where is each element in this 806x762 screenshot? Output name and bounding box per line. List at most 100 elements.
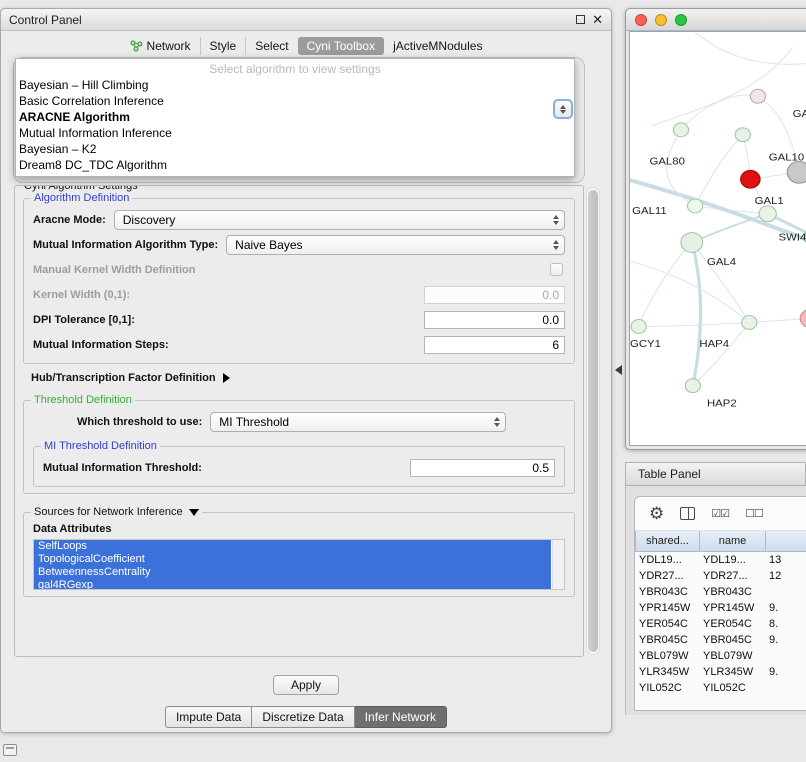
select-all-icon[interactable]: ☑☑ bbox=[711, 507, 729, 520]
node-label: GAL10 bbox=[769, 152, 804, 163]
table-row[interactable]: YPR145WYPR145W9. bbox=[635, 600, 806, 616]
tab-select[interactable]: Select bbox=[245, 37, 297, 55]
table-row[interactable]: YIL052CYIL052C bbox=[635, 680, 806, 692]
collapse-down-icon bbox=[189, 509, 199, 516]
network-node[interactable] bbox=[742, 316, 757, 330]
mi-steps-input[interactable] bbox=[424, 336, 565, 354]
network-edge bbox=[639, 242, 692, 326]
kernel-width-input[interactable] bbox=[424, 286, 565, 304]
table-cell: YBR045C bbox=[635, 632, 699, 648]
table-cell: 9. bbox=[765, 632, 806, 648]
attributes-scrollbar[interactable] bbox=[552, 540, 564, 589]
panel-splitter-collapse-icon[interactable] bbox=[615, 365, 622, 375]
attribute-list-item[interactable]: TopologicalCoefficient bbox=[34, 553, 551, 566]
aracne-mode-label: Aracne Mode: bbox=[33, 214, 106, 226]
attribute-list-item[interactable]: SelfLoops bbox=[34, 540, 551, 553]
attribute-list-item[interactable]: BetweennessCentrality bbox=[34, 566, 551, 579]
data-attributes-list[interactable]: SelfLoopsTopologicalCoefficientBetweenne… bbox=[33, 539, 565, 590]
mi-threshold-group: MI Threshold Definition Mutual Informati… bbox=[33, 440, 565, 487]
node-label: GCY1 bbox=[630, 339, 661, 350]
tab-style[interactable]: Style bbox=[200, 37, 246, 55]
control-panel-titlebar[interactable]: Control Panel ✕ bbox=[1, 9, 611, 31]
columns-icon[interactable] bbox=[680, 507, 695, 520]
combo-arrows-icon bbox=[553, 240, 559, 250]
algorithm-option[interactable]: Bayesian – Hill Climbing bbox=[16, 77, 574, 93]
table-panel-titlebar[interactable]: Table Panel bbox=[625, 462, 806, 486]
table-row[interactable]: YER054CYER054C8. bbox=[635, 616, 806, 632]
combo-arrows-icon bbox=[553, 215, 559, 225]
zoom-traffic-light-icon[interactable] bbox=[675, 14, 687, 26]
manual-kernel-checkbox[interactable] bbox=[550, 263, 563, 276]
collapsed-panel-icon[interactable] bbox=[3, 744, 17, 756]
hub-definition-toggle[interactable]: Hub/Transcription Factor Definition bbox=[31, 372, 573, 384]
which-threshold-value: MI Threshold bbox=[219, 415, 289, 429]
network-node[interactable] bbox=[750, 89, 765, 103]
table-column-header[interactable]: name bbox=[700, 531, 766, 551]
algorithm-definition-legend: Algorithm Definition bbox=[31, 192, 132, 204]
table-row[interactable]: YBL079WYBL079W bbox=[635, 648, 806, 664]
network-node[interactable] bbox=[800, 310, 806, 328]
network-node[interactable] bbox=[787, 161, 806, 183]
network-view-window: GAL80GAL10GAL11GAL1SWI4GAL4GCY1HAP4HAP2G… bbox=[625, 8, 806, 450]
tab-cyni-toolbox[interactable]: Cyni Toolbox bbox=[298, 37, 384, 55]
mi-type-select[interactable]: Naive Bayes bbox=[226, 235, 565, 255]
network-node[interactable] bbox=[741, 170, 761, 188]
settings-scrollbar[interactable] bbox=[586, 187, 600, 655]
table-row[interactable]: YBR045CYBR045C9. bbox=[635, 632, 806, 648]
tab-jactivemnodules[interactable]: jActiveMNodules bbox=[384, 37, 491, 55]
algorithm-definition-group: Algorithm Definition Aracne Mode: Discov… bbox=[23, 192, 575, 364]
float-window-icon[interactable] bbox=[576, 15, 585, 24]
which-threshold-select[interactable]: MI Threshold bbox=[210, 412, 506, 432]
tab-network[interactable]: Network bbox=[121, 37, 200, 55]
algorithm-option[interactable]: Basic Correlation Inference bbox=[16, 93, 574, 109]
attribute-list-item[interactable]: gal4RGexp bbox=[34, 579, 551, 590]
network-node[interactable] bbox=[631, 320, 646, 334]
algorithm-option[interactable]: Dream8 DC_TDC Algorithm bbox=[16, 157, 574, 173]
table-cell: YDR27... bbox=[635, 568, 699, 584]
aracne-mode-select[interactable]: Discovery bbox=[114, 210, 565, 230]
algorithm-combo-button[interactable] bbox=[553, 99, 573, 119]
close-traffic-light-icon[interactable] bbox=[635, 14, 647, 26]
dpi-tolerance-input[interactable] bbox=[424, 311, 565, 329]
table-cell: 12 bbox=[765, 568, 806, 584]
algorithm-option[interactable]: Mutual Information Inference bbox=[16, 125, 574, 141]
table-cell: YDR27... bbox=[699, 568, 765, 584]
table-row[interactable]: YBR043CYBR043C bbox=[635, 584, 806, 600]
table-row[interactable]: YDR27...YDR27...12 bbox=[635, 568, 806, 584]
sources-legend-toggle[interactable]: Sources for Network Inference bbox=[31, 506, 202, 518]
control-panel-tabbar: NetworkStyleSelectCyni ToolboxjActiveMNo… bbox=[1, 34, 611, 57]
network-node[interactable] bbox=[735, 128, 750, 142]
table-row[interactable]: YDL19...YDL19...13 bbox=[635, 552, 806, 568]
algorithm-option[interactable]: ARACNE Algorithm bbox=[16, 109, 574, 125]
bottom-tab-infer-network[interactable]: Infer Network bbox=[355, 706, 447, 728]
table-column-header[interactable] bbox=[766, 531, 806, 551]
settings-scrollbar-thumb[interactable] bbox=[588, 190, 598, 652]
network-icon bbox=[130, 39, 143, 52]
network-window-titlebar[interactable] bbox=[626, 9, 806, 31]
algorithm-option[interactable]: Bayesian – K2 bbox=[16, 141, 574, 157]
bottom-tab-impute-data[interactable]: Impute Data bbox=[165, 706, 252, 728]
network-node[interactable] bbox=[759, 206, 776, 222]
deselect-all-icon[interactable]: ☐☐ bbox=[745, 507, 763, 520]
gear-icon[interactable]: ⚙ bbox=[649, 505, 664, 522]
close-icon[interactable]: ✕ bbox=[592, 15, 603, 25]
network-node[interactable] bbox=[687, 199, 702, 213]
mi-threshold-input[interactable] bbox=[410, 459, 555, 477]
network-node[interactable] bbox=[685, 379, 700, 393]
network-canvas[interactable]: GAL80GAL10GAL11GAL1SWI4GAL4GCY1HAP4HAP2G… bbox=[629, 31, 806, 446]
network-edge bbox=[695, 32, 806, 64]
table-cell: 8. bbox=[765, 616, 806, 632]
table-column-header[interactable]: shared... bbox=[636, 531, 700, 551]
node-label: SWI4 bbox=[779, 232, 806, 243]
table-row[interactable]: YLR345WYLR345W9. bbox=[635, 664, 806, 680]
table-cell: 13 bbox=[765, 552, 806, 568]
network-node[interactable] bbox=[673, 123, 688, 137]
table-cell: YIL052C bbox=[635, 680, 699, 692]
apply-button[interactable]: Apply bbox=[273, 675, 339, 695]
network-node[interactable] bbox=[681, 233, 703, 253]
table-cell: YLR345W bbox=[635, 664, 699, 680]
control-panel-title: Control Panel bbox=[9, 13, 82, 27]
bottom-tab-discretize-data[interactable]: Discretize Data bbox=[252, 706, 354, 728]
table-cell: YLR345W bbox=[699, 664, 765, 680]
minimize-traffic-light-icon[interactable] bbox=[655, 14, 667, 26]
